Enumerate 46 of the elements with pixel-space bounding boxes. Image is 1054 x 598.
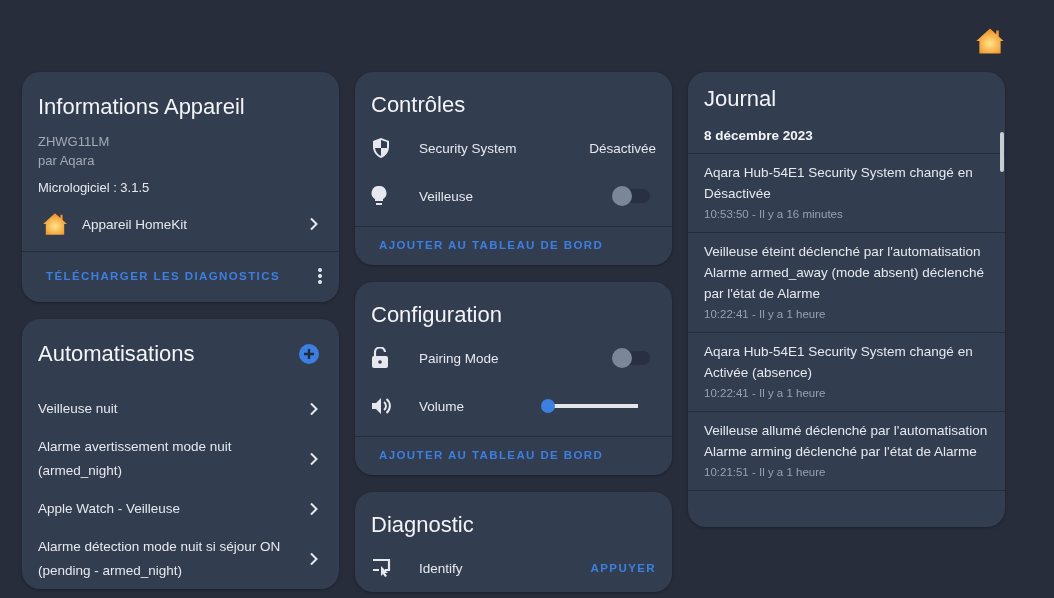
chevron-right-icon bbox=[309, 452, 319, 466]
entity-name: Pairing Mode bbox=[419, 350, 500, 366]
screen-tap-icon bbox=[371, 558, 393, 578]
device-manufacturer: par Aqara bbox=[37, 152, 96, 170]
chevron-right-icon bbox=[309, 552, 319, 566]
card-title-text: Automatisations bbox=[38, 341, 195, 367]
journal-message: Veilleuse éteint déclenché par l'automatisation Alarme armed_away (mode absent) déclenché par l'état de Alarme bbox=[704, 243, 985, 303]
journal-time: 10:22:41 - Il y a 1 heure bbox=[704, 386, 827, 401]
journal-message: Veilleuse allumé déclenché par l'automatisation Alarme arming déclenché par l'état de Alarme bbox=[704, 422, 989, 461]
device-model: ZHWG11LM bbox=[37, 133, 111, 151]
add-icon[interactable] bbox=[299, 344, 319, 364]
card-title: Informations Appareil bbox=[37, 93, 246, 121]
light-bulb-icon bbox=[371, 185, 387, 207]
home-icon[interactable] bbox=[975, 26, 1005, 56]
journal-time: 10:53:50 - Il y a 16 minutes bbox=[704, 207, 844, 222]
chevron-right-icon bbox=[309, 217, 319, 231]
automation-item[interactable]: Alarme avertissement mode nuit (armed_night) bbox=[38, 435, 309, 483]
card-title: Journal bbox=[703, 85, 778, 113]
journal-message: Aqara Hub-54E1 Security System changé en Activée (absence) bbox=[704, 343, 974, 382]
entity-name: Volume bbox=[419, 398, 466, 414]
scrollbar[interactable] bbox=[1000, 132, 1004, 172]
journal-time: 10:21:51 - Il y a 1 heure bbox=[704, 465, 827, 480]
card-title: Contrôles bbox=[370, 91, 467, 119]
homekit-link[interactable]: Appareil HomeKit bbox=[82, 216, 295, 232]
home-icon[interactable] bbox=[42, 211, 68, 237]
card-title: Diagnostic bbox=[370, 511, 475, 539]
slider-thumb[interactable] bbox=[541, 399, 555, 413]
more-options-icon[interactable] bbox=[317, 267, 323, 285]
automation-item[interactable]: Apple Watch - Veilleuse bbox=[38, 497, 309, 521]
lock-icon bbox=[371, 347, 389, 369]
automation-item[interactable]: Veilleuse nuit bbox=[38, 397, 309, 421]
speaker-icon bbox=[371, 397, 391, 415]
toggle-switch[interactable] bbox=[614, 351, 650, 365]
entity-name: Identify bbox=[419, 560, 464, 576]
chevron-right-icon bbox=[309, 402, 319, 416]
toggle-switch[interactable] bbox=[614, 189, 650, 203]
automation-item[interactable]: Alarme détection mode nuit si séjour ON (pending - armed_night) bbox=[38, 535, 309, 583]
entity-name: Veilleuse bbox=[419, 188, 475, 204]
chevron-right-icon bbox=[309, 502, 319, 516]
entity-name: Security System bbox=[419, 140, 518, 156]
journal-time: 10:22:41 - Il y a 1 heure bbox=[704, 307, 827, 322]
firmware-version: Micrologiciel : 3.1.5 bbox=[37, 179, 151, 195]
journal-message: Aqara Hub-54E1 Security System changé en Désactivée bbox=[704, 164, 974, 203]
card-title: Configuration bbox=[370, 301, 503, 329]
shield-icon bbox=[371, 137, 391, 159]
state-value: Désactivée bbox=[589, 140, 656, 156]
